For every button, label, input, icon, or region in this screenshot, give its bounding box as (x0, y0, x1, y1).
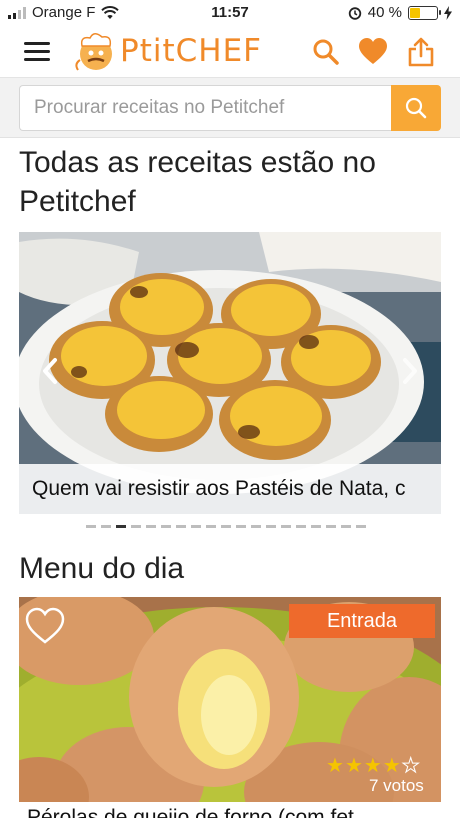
menu-do-dia-title: Menu do dia (19, 552, 185, 585)
star-filled-icon: ★ (344, 753, 363, 777)
carousel-dot[interactable] (131, 525, 141, 528)
votes-count: 7 votos (369, 776, 424, 795)
carousel-dot[interactable] (116, 525, 126, 528)
star-filled-icon: ★ (326, 753, 344, 777)
search-icon (405, 97, 427, 119)
battery-icon (408, 5, 441, 20)
carousel-dot[interactable] (326, 525, 336, 528)
star-rating: ★ ★ ★ ★ ★ (326, 753, 420, 777)
carousel-caption[interactable]: Quem vai resistir aos Pastéis de Nata, c (19, 464, 441, 514)
search-bar (0, 78, 460, 138)
chef-logo-icon (75, 33, 112, 71)
carousel-dot[interactable] (296, 525, 306, 528)
carousel-dot[interactable] (341, 525, 351, 528)
alarm-icon (348, 6, 361, 20)
battery-level (410, 7, 421, 18)
carousel-dot[interactable] (311, 525, 321, 528)
search-input[interactable] (19, 85, 391, 131)
battery-percent: 40 % (367, 4, 402, 21)
search-icon[interactable] (311, 37, 341, 67)
carousel-dot[interactable] (281, 525, 291, 528)
category-badge: Entrada (289, 604, 435, 638)
carousel-pagination (86, 525, 366, 528)
carousel-dot[interactable] (176, 525, 186, 528)
logo[interactable]: PtitCHEF (72, 30, 262, 72)
carousel-dot[interactable] (206, 525, 216, 528)
carousel-dot[interactable] (236, 525, 246, 528)
status-bar: Orange F 11:57 40 % (0, 0, 460, 26)
carousel-dot[interactable] (251, 525, 261, 528)
carousel-dot[interactable] (266, 525, 276, 528)
app-header: PtitCHEF (0, 26, 460, 78)
page-title: Todas as receitas estão no Petitchef (19, 146, 376, 218)
favorite-heart-icon[interactable] (24, 606, 66, 646)
carousel-dot[interactable] (191, 525, 201, 528)
carousel-dot[interactable] (146, 525, 156, 528)
star-filled-icon: ★ (363, 753, 382, 777)
chevron-right-icon[interactable] (398, 356, 422, 386)
share-icon[interactable] (406, 37, 436, 67)
star-filled-icon: ★ (382, 753, 401, 777)
carousel-dot[interactable] (161, 525, 171, 528)
carousel-dot[interactable] (101, 525, 111, 528)
carousel-dot[interactable] (356, 525, 366, 528)
menu-icon[interactable] (24, 42, 50, 62)
search-button[interactable] (391, 85, 441, 131)
heart-icon[interactable] (358, 37, 388, 67)
carousel-dot[interactable] (86, 525, 96, 528)
recipe-title[interactable]: Pérolas de queijo de forno (com fet (19, 802, 441, 818)
star-empty-icon: ★ (401, 753, 420, 777)
charging-icon (444, 5, 452, 20)
carousel-dot[interactable] (221, 525, 231, 528)
featured-carousel[interactable]: Quem vai resistir aos Pastéis de Nata, c (19, 232, 441, 514)
chevron-left-icon[interactable] (38, 356, 62, 386)
logo-text: PtitCHEF (120, 33, 262, 69)
